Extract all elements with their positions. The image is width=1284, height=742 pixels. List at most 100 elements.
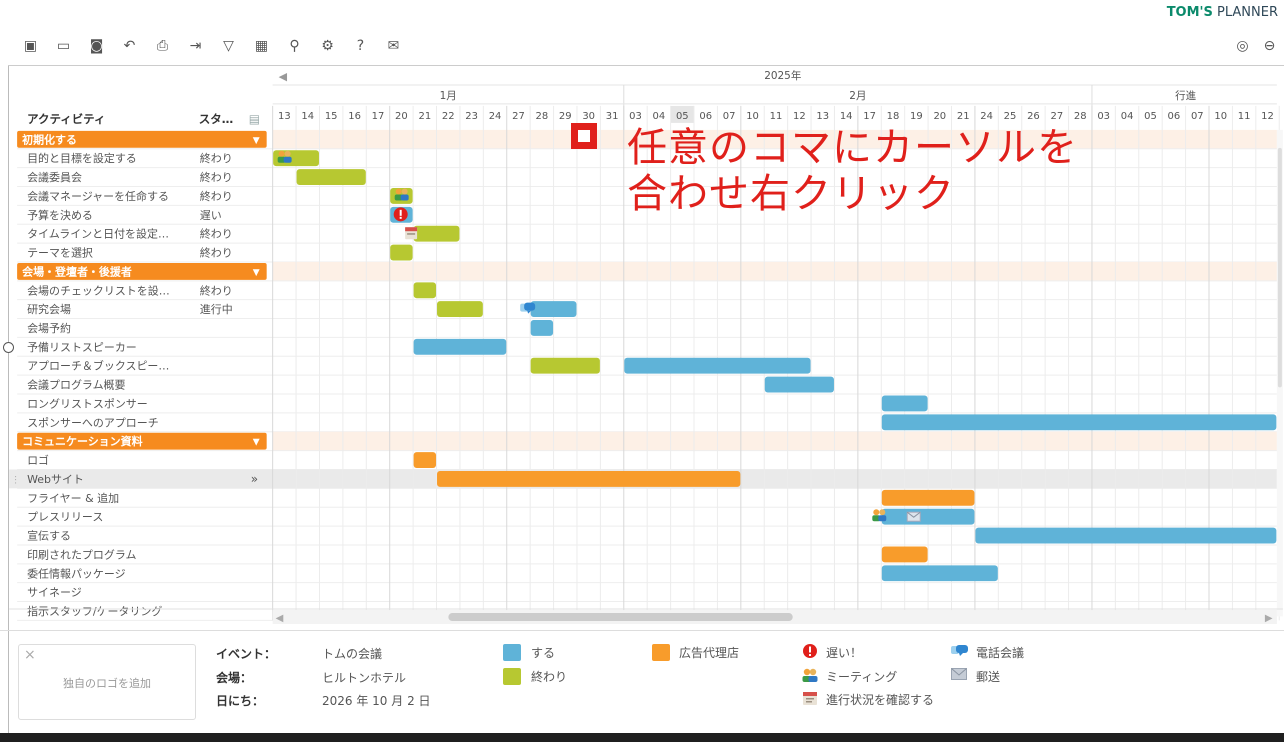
chevron-down-icon[interactable]: ▼ <box>253 136 260 146</box>
task-bar[interactable] <box>881 508 975 525</box>
mail-icon <box>951 668 967 683</box>
logo-upload-box[interactable]: × 独自のロゴを追加 <box>18 644 196 720</box>
activity-column-header: アクティビティ <box>27 112 105 126</box>
task-label[interactable]: Webサイト <box>27 473 84 486</box>
task-bar[interactable] <box>881 565 998 582</box>
task-bar[interactable] <box>437 301 483 318</box>
task-label[interactable]: 会議マネージャーを任命する <box>27 189 169 203</box>
task-bar[interactable] <box>881 546 928 563</box>
calendar-view-icon[interactable]: ▦ <box>249 34 274 58</box>
task-label[interactable]: ロングリストスポンサー <box>27 396 148 410</box>
calendar-icon[interactable]: ▤ <box>249 112 260 126</box>
legend-call-label: 電話会議 <box>976 646 1025 660</box>
task-label[interactable]: サイネージ <box>27 586 82 599</box>
task-label[interactable]: 予算を決める <box>27 208 93 222</box>
task-status: 進行中 <box>200 303 233 316</box>
meeting-icon <box>801 667 819 686</box>
day-label: 13 <box>278 111 291 122</box>
annotation-marker <box>571 123 597 149</box>
print-icon[interactable]: ⎙ <box>150 34 175 58</box>
mail-icon[interactable]: ✉ <box>381 34 406 58</box>
chevron-down-icon[interactable]: ▼ <box>253 268 260 278</box>
search-icon[interactable]: ⚲ <box>282 34 307 58</box>
day-label: 11 <box>1238 111 1251 122</box>
task-bar[interactable] <box>530 301 577 318</box>
undo-icon[interactable]: ↶ <box>117 34 142 58</box>
day-label: 06 <box>1168 111 1181 122</box>
month-label: 1月 <box>440 90 457 102</box>
task-label[interactable]: 委任情報パッケージ <box>27 567 126 580</box>
task-status: 終わり <box>200 227 233 241</box>
task-label[interactable]: 会議プログラム概要 <box>27 378 125 392</box>
save-icon[interactable]: ◙ <box>84 34 109 58</box>
task-label[interactable]: フライヤー & 追加 <box>27 491 119 505</box>
chevron-down-icon[interactable]: ▼ <box>253 438 260 448</box>
task-bar[interactable] <box>413 225 460 242</box>
task-label[interactable]: 予備リストスピーカー <box>27 341 137 354</box>
vertical-scrollbar-thumb[interactable] <box>1277 147 1282 388</box>
scroll-left-icon[interactable]: ◀ <box>276 613 284 624</box>
annotation-text: 任意のコマにカーソルを 合わせ右クリック <box>627 125 1078 217</box>
folder-icon[interactable]: ▭ <box>51 34 76 58</box>
task-label[interactable]: 研究会場 <box>27 302 71 316</box>
scroll-left-arrow[interactable]: ◀ <box>279 70 288 83</box>
task-bar[interactable] <box>390 244 413 261</box>
resize-handle[interactable] <box>3 342 14 353</box>
close-icon[interactable]: × <box>24 647 36 663</box>
task-label[interactable]: ロゴ <box>27 453 49 467</box>
settings-icon[interactable]: ⚙ <box>315 34 340 58</box>
task-status: 終わり <box>200 283 233 297</box>
export-icon[interactable]: ⇥ <box>183 34 208 58</box>
legend-late-label: 遅い！ <box>826 646 863 660</box>
task-bar[interactable] <box>413 338 507 355</box>
day-label: 28 <box>536 111 549 122</box>
help-icon[interactable]: ? <box>348 34 373 58</box>
day-label: 27 <box>512 111 525 122</box>
new-file-icon[interactable]: ▣ <box>18 34 43 58</box>
task-label[interactable]: アプローチ＆ブックスピー… <box>27 359 169 373</box>
task-label[interactable]: タイムラインと日付を設定… <box>27 227 169 241</box>
task-bar[interactable] <box>437 470 741 487</box>
filter-icon[interactable]: ▽ <box>216 34 241 58</box>
task-bar[interactable] <box>296 169 366 185</box>
task-bar[interactable] <box>975 527 1277 544</box>
task-label[interactable]: 印刷されたプログラム <box>27 547 136 561</box>
task-status: 終わり <box>200 151 233 165</box>
legend-done-label: 終わり <box>531 670 568 684</box>
task-label[interactable]: 宣伝する <box>27 529 71 543</box>
day-label: 04 <box>1121 111 1134 122</box>
date-key: 日にち： <box>216 694 265 708</box>
conference-call-icon <box>950 643 970 662</box>
task-bar[interactable] <box>881 395 928 412</box>
expand-icon[interactable]: » <box>251 472 258 486</box>
task-label[interactable]: プレスリリース <box>27 511 103 524</box>
task-label[interactable]: スポンサーへのアプローチ <box>27 416 159 429</box>
task-label[interactable]: 会場のチェックリストを設… <box>27 283 170 297</box>
task-bar[interactable] <box>881 489 975 506</box>
task-label[interactable]: 指示スタッフ/ケータリング <box>27 604 162 618</box>
group-row-band <box>272 261 1277 281</box>
logout-icon[interactable]: ⊖ <box>1257 34 1282 58</box>
task-label[interactable]: 会場予約 <box>27 321 71 335</box>
user-icon[interactable]: ◎ <box>1230 34 1255 58</box>
task-bar[interactable] <box>881 414 1277 431</box>
scroll-right-icon[interactable]: ▶ <box>1265 613 1273 624</box>
day-label: 25 <box>1004 111 1017 122</box>
logo-upload-text: 独自のロゴを追加 <box>63 677 151 690</box>
task-label[interactable]: テーマを選択 <box>27 246 93 260</box>
task-status: 終わり <box>200 170 233 184</box>
day-label: 10 <box>1214 111 1227 122</box>
task-bar[interactable] <box>764 376 834 393</box>
horizontal-scrollbar-thumb[interactable] <box>448 613 793 622</box>
task-bar[interactable] <box>413 452 437 468</box>
app-root: TOM'S PLANNER ▣ ▭ ◙ ↶ ⎙ ⇥ ▽ ▦ ⚲ ⚙? ✉ ◎ ⊖ ◀ 2025年 1月 2月… <box>0 0 1284 742</box>
task-label[interactable]: 目的と目標を設定する <box>27 151 137 165</box>
task-bar[interactable] <box>624 357 811 374</box>
taskbar <box>0 733 1284 742</box>
day-label: 03 <box>629 111 642 122</box>
task-bar[interactable] <box>530 357 600 374</box>
task-label[interactable]: 会議委員会 <box>27 170 82 184</box>
task-bar[interactable] <box>530 320 554 336</box>
drag-handle[interactable]: ⋮ <box>11 475 20 485</box>
task-bar[interactable] <box>413 282 437 299</box>
